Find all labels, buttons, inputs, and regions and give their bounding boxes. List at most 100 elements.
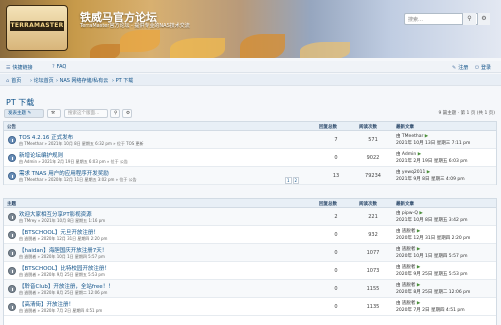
help-icon: ? [52, 64, 55, 70]
last-post: 由 TMeethar ▶ 2021年 10月 13日 星期三 7:11 pm [396, 133, 470, 147]
topic-title-link[interactable]: 新增论坛编护规则 [19, 151, 63, 159]
reply-count: 7 [334, 137, 338, 143]
go-to-post-icon[interactable]: ▶ [418, 152, 421, 157]
replies-column-header: 回复总数 [319, 202, 337, 207]
go-to-post-icon[interactable]: ▶ [417, 265, 420, 270]
go-to-post-icon[interactable]: ▶ [427, 170, 430, 175]
last-post-author[interactable]: 由 逃脱者 [396, 229, 415, 234]
gear-icon: ⚙ [481, 15, 487, 22]
banner-leaf [90, 44, 120, 58]
search-button[interactable]: ⚲ [462, 13, 476, 25]
view-count: 571 [368, 137, 378, 143]
last-post-author[interactable]: 由 逃脱者 [396, 283, 415, 288]
reply-count: 0 [334, 232, 338, 238]
list-item[interactable]: TOS 4.2.16 正式发布 由 TMeethar » 2021年 10月 8… [4, 131, 496, 149]
list-item[interactable]: 【高清街】开放注册！ 由 逃脱者 » 2020年 7月 2日 星期四 4:51 … [4, 298, 496, 316]
breadcrumb-category[interactable]: › NAS 网络存储/私有云 [56, 77, 108, 84]
forum-search-input[interactable]: 搜索这个版面… [64, 109, 108, 118]
topic-title-link[interactable]: 【BTSCHOOL】比特校园开放注册！ [19, 264, 110, 272]
announcements-header: 公告 回复总数 阅读次数 最新文章 [4, 122, 496, 131]
forum-search-button[interactable]: ⚲ [110, 109, 120, 118]
announcements-block: 公告 回复总数 阅读次数 最新文章 TOS 4.2.16 正式发布 由 TMee… [3, 121, 497, 185]
go-to-post-icon[interactable]: ▶ [417, 301, 420, 306]
go-to-post-icon[interactable]: ▶ [419, 211, 422, 216]
banner-leaf [170, 38, 225, 58]
list-item[interactable]: 【haidan】海胆国庆开放注册7天！ 由 逃脱者 » 2020年 10月 1日… [4, 244, 496, 262]
login-link[interactable]: ⏻ 登录 [475, 64, 491, 71]
reply-count: 13 [332, 173, 340, 179]
breadcrumb-current-label: PT 下载 [115, 78, 134, 84]
search-icon: ⚲ [114, 111, 118, 116]
last-post-author[interactable]: 由 TMeethar [396, 134, 423, 139]
list-item[interactable]: 欢迎大家相互分享PT影视资源 由 TMrey » 2021年 10月 8日 星期… [4, 208, 496, 226]
last-post-column-header: 最新文章 [396, 202, 414, 207]
last-post-author[interactable]: 由 Admin [396, 152, 416, 157]
last-post: 由 Admin ▶ 2021年 2月 19日 星期五 6:03 pm [396, 151, 468, 165]
last-post-author[interactable]: 由 逃脱者 [396, 265, 415, 270]
list-item[interactable]: 需求 TNAS 用户的应用程序开发奖励 由 TMeethar » 2020年 1… [4, 167, 496, 185]
topic-title-link[interactable]: 欢迎大家相互分享PT影视资源 [19, 210, 92, 218]
site-logo[interactable]: TERRAMASTER [6, 5, 68, 51]
topics-label: 主题 [7, 202, 16, 207]
advanced-search-button[interactable]: ⚙ [477, 13, 490, 25]
list-item[interactable]: 【BTSCHOOL】比特校园开放注册！ 由 逃脱者 » 2020年 9月 25日… [4, 262, 496, 280]
forum-search-placeholder: 搜索这个版面… [68, 111, 100, 116]
faq-label: FAQ [56, 64, 67, 70]
page-title[interactable]: PT 下载 [6, 97, 34, 108]
breadcrumb-home[interactable]: ⌂ 首页 [6, 77, 21, 84]
last-post-author[interactable]: 由 pipw-Q [396, 211, 418, 216]
breadcrumb-current[interactable]: › PT 下载 [112, 77, 133, 84]
reply-count: 0 [334, 286, 338, 292]
header-banner: TERRAMASTER 铁威马官方论坛 TerraMaster官方论坛 - 提供… [0, 0, 501, 58]
last-post: 由 pipw-Q ▶ 2021年 10月 8日 星期五 3:42 pm [396, 210, 468, 224]
forum-advanced-search-button[interactable]: ⚙ [122, 109, 132, 118]
pencil-icon: ✎ [27, 111, 32, 116]
last-post-author[interactable]: 由 逃脱者 [396, 247, 415, 252]
announcement-icon [8, 136, 16, 144]
logo-text: TERRAMASTER [10, 21, 64, 31]
pencil-icon: ✎ [452, 65, 457, 71]
topic-meta: 由 TMeethar » 2020年 12月 11日 星期五 3:02 pm »… [19, 177, 137, 182]
list-item[interactable]: 【聆音Club】开放注册，全站free！！ 由 逃脱者 » 2020年 8月 2… [4, 280, 496, 298]
announcement-icon [8, 154, 16, 162]
last-post: 由 yewq2011 ▶ 2021年 9月 8日 星期三 4:09 pm [396, 169, 465, 183]
topic-title-link[interactable]: 【BTSCHOOL】元旦开放注册！ [19, 228, 99, 236]
register-link[interactable]: ✎ 注册 [452, 64, 468, 71]
page-link[interactable]: 2 [292, 177, 300, 184]
go-to-post-icon[interactable]: ▶ [417, 247, 420, 252]
list-item[interactable]: 【BTSCHOOL】元旦开放注册！ 由 逃脱者 » 2020年 12月 31日 … [4, 226, 496, 244]
topic-meta: 由 逃脱者 » 2020年 7月 2日 星期四 4:51 pm [19, 308, 103, 313]
topic-title-link[interactable]: 需求 TNAS 用户的应用程序开发奖励 [19, 169, 109, 177]
page-link[interactable]: 1 [285, 177, 292, 184]
topic-title-link[interactable]: 【高清街】开放注册！ [19, 300, 74, 308]
topic-title-link[interactable]: TOS 4.2.16 正式发布 [19, 133, 73, 141]
go-to-post-icon[interactable]: ▶ [417, 229, 420, 234]
breadcrumb-forum-index[interactable]: › 论坛首页 [30, 77, 54, 84]
view-count: 9022 [366, 155, 380, 161]
breadcrumb-home-label: 首页 [11, 78, 22, 84]
login-label: 登录 [480, 65, 491, 71]
topic-read-icon [8, 267, 16, 275]
topic-meta: 由 Admin » 2021年 2月 19日 星期五 6:03 pm » 位于 … [19, 159, 128, 164]
view-count: 1077 [366, 250, 380, 256]
topic-title-link[interactable]: 【haidan】海胆国庆开放注册7天！ [19, 246, 107, 254]
quick-links-menu[interactable]: ☰ 快捷链接 [6, 64, 33, 71]
new-topic-label: 发表主题 [8, 111, 26, 116]
banner-leaf [120, 30, 160, 52]
register-label: 注册 [458, 65, 469, 71]
list-item[interactable]: 新增论坛编护规则 由 Admin » 2021年 2月 19日 星期五 6:03… [4, 149, 496, 167]
last-post-author[interactable]: 由 yewq2011 [396, 170, 425, 175]
view-count: 221 [368, 214, 378, 220]
reply-count: 0 [334, 268, 338, 274]
topic-title-link[interactable]: 【聆音Club】开放注册，全站free！！ [19, 282, 114, 290]
go-to-post-icon[interactable]: ▶ [417, 283, 420, 288]
power-icon: ⏻ [475, 65, 479, 71]
new-topic-button[interactable]: 发表主题 ✎ [4, 109, 44, 118]
site-description: TerraMaster官方论坛 - 提供专业的NAS技术交流 [80, 23, 190, 29]
go-to-post-icon[interactable]: ▶ [425, 134, 428, 139]
last-post-author[interactable]: 由 逃脱者 [396, 301, 415, 306]
last-post-time: 2021年 10月 13日 星期三 7:11 pm [396, 141, 471, 146]
faq-link[interactable]: ? FAQ [52, 64, 66, 70]
last-post-time: 2020年 12月 31日 星期四 2:20 pm [396, 236, 471, 241]
tools-button[interactable]: ⚒ [47, 109, 61, 118]
